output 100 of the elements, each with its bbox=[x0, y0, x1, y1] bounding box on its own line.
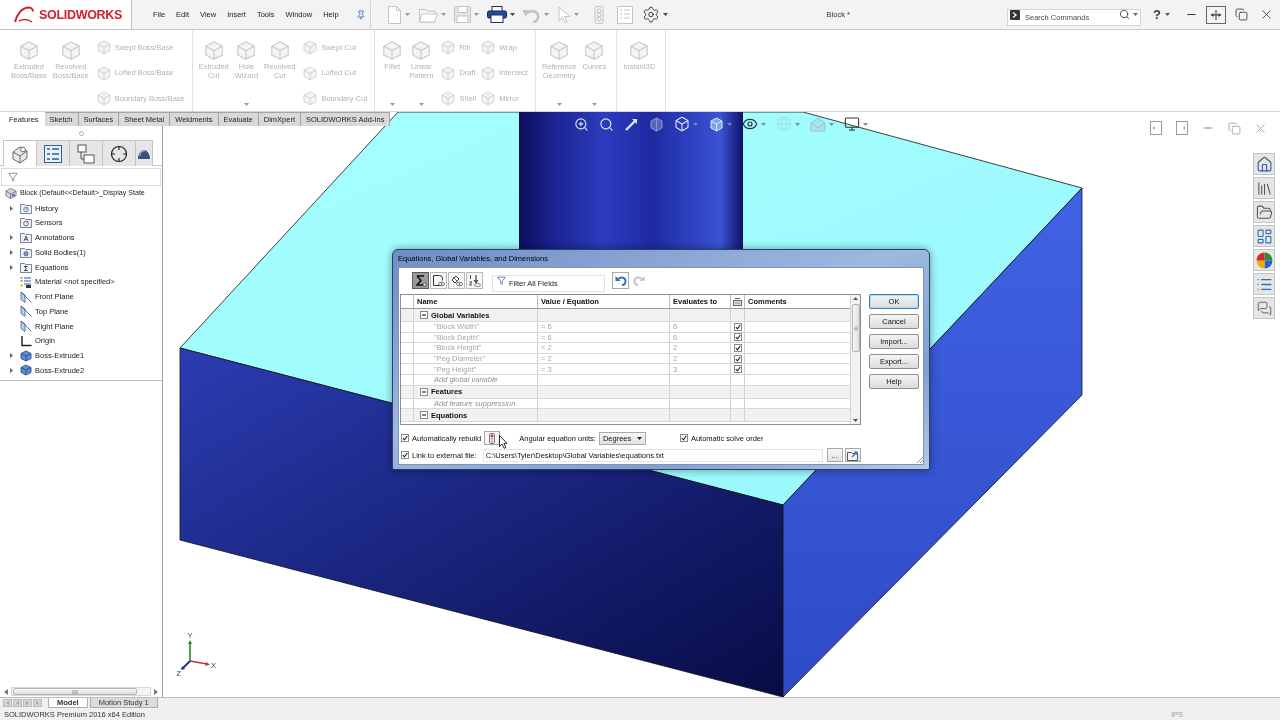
sort-arrow-icon bbox=[468, 273, 481, 287]
solve-order-icon bbox=[733, 297, 742, 306]
axis-triad-icon bbox=[181, 640, 210, 670]
tile-right-button[interactable] bbox=[1173, 119, 1191, 137]
pin-icon[interactable] bbox=[355, 9, 366, 20]
equations-folder-icon bbox=[20, 261, 32, 273]
scroll-down-icon[interactable] bbox=[853, 419, 858, 422]
manager-tab[interactable] bbox=[36, 140, 70, 166]
vertical-scrollbar[interactable] bbox=[850, 295, 860, 424]
block-shape-icon bbox=[381, 39, 404, 61]
scroll-up-icon[interactable] bbox=[853, 297, 858, 300]
restore-icon bbox=[1227, 121, 1241, 135]
scrollbar-thumb[interactable] bbox=[13, 688, 137, 695]
block-shape-icon bbox=[302, 64, 319, 81]
caret-icon bbox=[509, 13, 515, 16]
tile-left-button[interactable] bbox=[1147, 119, 1165, 137]
expander-icon[interactable] bbox=[10, 205, 13, 211]
sigma-icon bbox=[414, 273, 427, 287]
appearances-button[interactable] bbox=[1253, 249, 1275, 271]
tree-diagram-icon bbox=[77, 143, 95, 164]
resize-grip-icon bbox=[916, 456, 924, 464]
help-button[interactable]: ? bbox=[1148, 4, 1175, 25]
checkbox[interactable] bbox=[734, 365, 742, 374]
filter-field[interactable] bbox=[1, 168, 161, 186]
block-shape-icon bbox=[17, 39, 40, 61]
caret-icon bbox=[574, 13, 580, 16]
solid-bodies-folder-icon bbox=[20, 246, 32, 258]
checkbox[interactable] bbox=[679, 434, 688, 442]
magnifier-icon bbox=[574, 116, 589, 132]
custom-properties-button[interactable] bbox=[1253, 273, 1275, 295]
extrude-feature-icon bbox=[20, 364, 32, 377]
expander-icon[interactable] bbox=[10, 367, 13, 373]
view-mode-button[interactable] bbox=[430, 271, 447, 289]
eye-icon bbox=[742, 116, 758, 132]
rebuild-button[interactable] bbox=[484, 431, 501, 445]
checkbox[interactable] bbox=[734, 322, 742, 331]
horizontal-scrollbar[interactable] bbox=[11, 687, 151, 696]
manager-tab[interactable] bbox=[135, 140, 153, 166]
traffic-light-icon bbox=[489, 432, 496, 444]
design-library-button[interactable] bbox=[1253, 177, 1275, 199]
block-shape-icon bbox=[302, 39, 319, 55]
manager-tab[interactable] bbox=[102, 140, 136, 166]
file-explorer-button[interactable] bbox=[1253, 201, 1275, 223]
undo-arrow-icon bbox=[614, 274, 627, 286]
printer-icon bbox=[486, 6, 507, 23]
view-mode-button[interactable] bbox=[466, 271, 483, 289]
block-shape-icon bbox=[628, 39, 651, 61]
caret-icon bbox=[795, 122, 800, 126]
filter-icon bbox=[497, 275, 506, 285]
undo-button[interactable] bbox=[612, 271, 629, 289]
block-shape-icon bbox=[95, 39, 112, 55]
magnifier-icon bbox=[599, 116, 614, 132]
view-mode-button[interactable] bbox=[448, 271, 465, 289]
open-file-button[interactable] bbox=[844, 448, 861, 462]
house-icon bbox=[1255, 155, 1273, 173]
sketch-eye-icon bbox=[432, 273, 445, 287]
checkbox[interactable] bbox=[401, 451, 409, 459]
caret-icon bbox=[1164, 13, 1170, 16]
grip-lines-icon bbox=[853, 325, 858, 331]
caret-icon bbox=[761, 122, 766, 126]
forum-button[interactable] bbox=[1253, 297, 1275, 319]
list-icon bbox=[44, 144, 62, 163]
caret-icon bbox=[693, 122, 698, 126]
expander-icon[interactable] bbox=[10, 235, 13, 241]
restore-icon bbox=[1234, 8, 1248, 21]
scene-button[interactable] bbox=[807, 115, 837, 133]
scroll-right-icon[interactable] bbox=[154, 688, 158, 695]
expander-icon[interactable] bbox=[10, 264, 13, 270]
folder-icon bbox=[1255, 203, 1273, 221]
checkbox[interactable] bbox=[734, 333, 742, 342]
checkbox[interactable] bbox=[734, 344, 742, 352]
plane-icon bbox=[20, 305, 32, 318]
block-shape-icon bbox=[480, 64, 497, 81]
view-mode-button[interactable] bbox=[412, 271, 429, 289]
toggle-box-icon[interactable] bbox=[420, 411, 428, 420]
caret-icon bbox=[863, 122, 868, 126]
app-logo-text: SOLIDWORKS bbox=[39, 7, 123, 22]
toggle-box-icon[interactable] bbox=[420, 387, 428, 396]
toggle-box-icon[interactable] bbox=[420, 311, 428, 319]
checkbox[interactable] bbox=[401, 434, 409, 442]
home-button[interactable] bbox=[1253, 153, 1275, 175]
caret-icon bbox=[243, 103, 249, 106]
tile-button[interactable] bbox=[1206, 5, 1226, 24]
grip-dot-icon[interactable] bbox=[78, 130, 84, 136]
scrollbar-thumb[interactable] bbox=[851, 304, 860, 352]
manager-tab[interactable] bbox=[3, 140, 37, 166]
checkbox[interactable] bbox=[734, 354, 742, 363]
plane-icon bbox=[20, 290, 32, 303]
scroll-left-icon[interactable] bbox=[4, 688, 8, 695]
redo-arrow-icon bbox=[633, 274, 645, 286]
monitor-icon bbox=[844, 116, 860, 132]
view-palette-button[interactable] bbox=[1253, 225, 1275, 247]
expander-icon[interactable] bbox=[10, 353, 13, 359]
block-shape-icon bbox=[440, 39, 457, 55]
block-shape-icon bbox=[268, 39, 291, 61]
part-icon bbox=[5, 187, 17, 200]
expander-icon[interactable] bbox=[10, 249, 13, 255]
palette-icon bbox=[1255, 227, 1273, 245]
block-shape-icon bbox=[583, 39, 606, 61]
books-icon bbox=[1255, 179, 1273, 197]
